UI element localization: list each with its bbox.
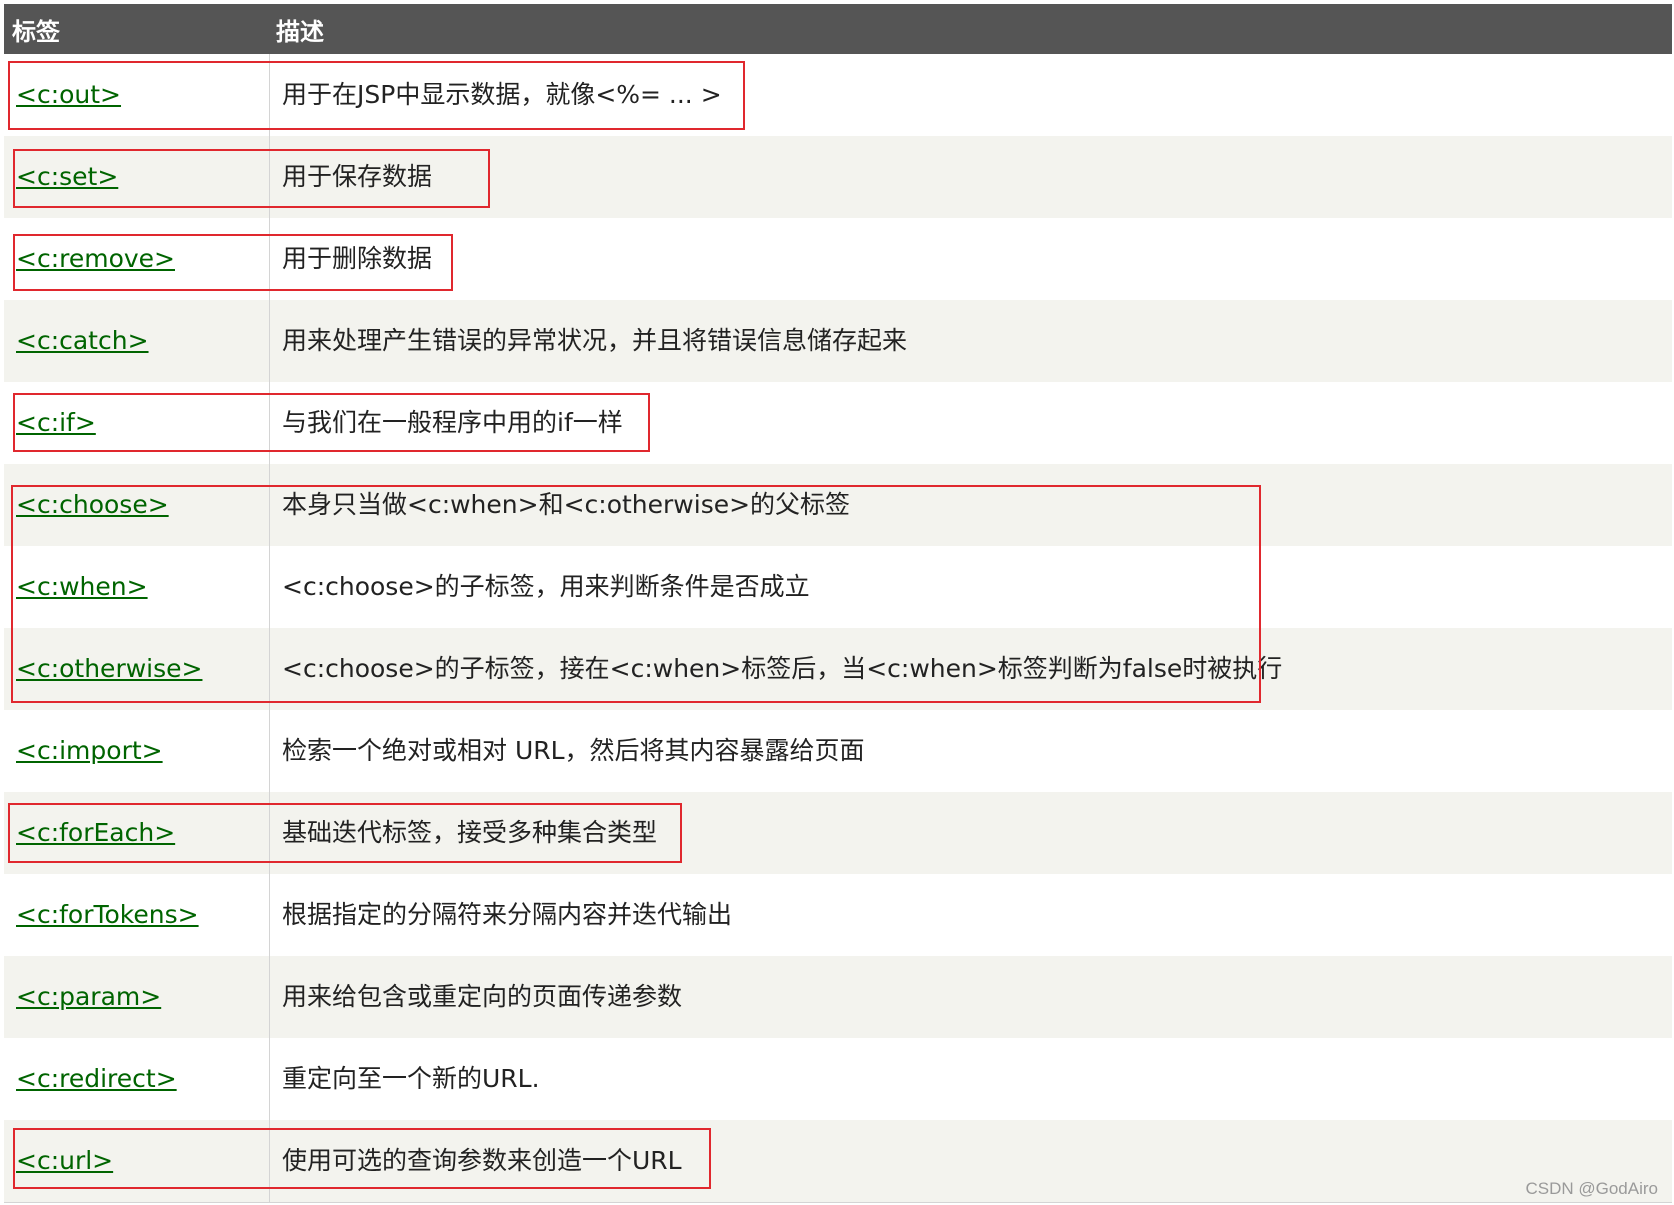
tag-cell: <c:choose> xyxy=(4,464,270,546)
tag-cell: <c:out> xyxy=(4,54,270,136)
desc-text: 用于保存数据 xyxy=(282,162,433,191)
desc-cell: 用来给包含或重定向的页面传递参数 xyxy=(270,956,1672,1038)
tag-link-c-out[interactable]: <c:out> xyxy=(16,54,121,136)
table-row: <c:redirect> 重定向至一个新的URL. xyxy=(4,1038,1672,1121)
tag-cell: <c:redirect> xyxy=(4,1038,270,1120)
desc-cell: 重定向至一个新的URL. xyxy=(270,1038,1672,1120)
desc-text: <c:choose>的子标签，接在<c:when>标签后，当<c:when>标签… xyxy=(282,654,1283,683)
tag-link-c-catch[interactable]: <c:catch> xyxy=(16,300,149,382)
table-row: <c:catch> 用来处理产生错误的异常状况，并且将错误信息储存起来 xyxy=(4,300,1672,383)
desc-text: 用于删除数据 xyxy=(282,244,433,273)
table-row: <c:out> 用于在JSP中显示数据，就像<%= ... > xyxy=(4,54,1672,137)
tag-link-c-import[interactable]: <c:import> xyxy=(16,710,163,792)
desc-text: 用来给包含或重定向的页面传递参数 xyxy=(282,982,683,1011)
tag-cell: <c:catch> xyxy=(4,300,270,382)
table-row: <c:if> 与我们在一般程序中用的if一样 xyxy=(4,382,1672,465)
tag-cell: <c:import> xyxy=(4,710,270,792)
tag-link-c-url[interactable]: <c:url> xyxy=(16,1120,113,1202)
tag-link-c-foreach[interactable]: <c:forEach> xyxy=(16,792,175,874)
tag-link-c-if[interactable]: <c:if> xyxy=(16,382,96,464)
table-row: <c:import> 检索一个绝对或相对 URL，然后将其内容暴露给页面 xyxy=(4,710,1672,793)
table-row: <c:url> 使用可选的查询参数来创造一个URL xyxy=(4,1120,1672,1203)
desc-text: 根据指定的分隔符来分隔内容并迭代输出 xyxy=(282,900,733,929)
table-header: 标签 描述 xyxy=(4,4,1672,54)
desc-cell: <c:choose>的子标签，用来判断条件是否成立 xyxy=(270,546,1672,628)
tag-link-c-remove[interactable]: <c:remove> xyxy=(16,218,175,300)
table-row: <c:otherwise> <c:choose>的子标签，接在<c:when>标… xyxy=(4,628,1672,711)
desc-text: 用于在JSP中显示数据，就像<%= ... > xyxy=(282,80,722,109)
desc-cell: 本身只当做<c:when>和<c:otherwise>的父标签 xyxy=(270,464,1672,546)
tag-cell: <c:forEach> xyxy=(4,792,270,874)
tag-link-c-redirect[interactable]: <c:redirect> xyxy=(16,1038,177,1120)
tag-cell: <c:set> xyxy=(4,136,270,218)
tag-link-c-otherwise[interactable]: <c:otherwise> xyxy=(16,628,202,710)
tag-cell: <c:when> xyxy=(4,546,270,628)
tag-cell: <c:otherwise> xyxy=(4,628,270,710)
desc-cell: 基础迭代标签，接受多种集合类型 xyxy=(270,792,1672,874)
table-row: <c:forEach> 基础迭代标签，接受多种集合类型 xyxy=(4,792,1672,875)
header-tag: 标签 xyxy=(12,18,60,46)
tag-cell: <c:forTokens> xyxy=(4,874,270,956)
desc-cell: 使用可选的查询参数来创造一个URL xyxy=(270,1120,1672,1202)
tag-link-c-set[interactable]: <c:set> xyxy=(16,136,118,218)
desc-cell: 与我们在一般程序中用的if一样 xyxy=(270,382,1672,464)
tag-cell: <c:remove> xyxy=(4,218,270,300)
desc-cell: <c:choose>的子标签，接在<c:when>标签后，当<c:when>标签… xyxy=(270,628,1672,710)
desc-text: 本身只当做<c:when>和<c:otherwise>的父标签 xyxy=(282,490,851,519)
header-desc: 描述 xyxy=(276,18,324,46)
tag-cell: <c:url> xyxy=(4,1120,270,1202)
desc-text: 检索一个绝对或相对 URL，然后将其内容暴露给页面 xyxy=(282,736,865,765)
desc-text: 与我们在一般程序中用的if一样 xyxy=(282,408,623,437)
table-row: <c:param> 用来给包含或重定向的页面传递参数 xyxy=(4,956,1672,1039)
desc-text: 用来处理产生错误的异常状况，并且将错误信息储存起来 xyxy=(282,326,908,355)
tag-link-c-param[interactable]: <c:param> xyxy=(16,956,161,1038)
desc-cell: 用来处理产生错误的异常状况，并且将错误信息储存起来 xyxy=(270,300,1672,382)
table-row: <c:forTokens> 根据指定的分隔符来分隔内容并迭代输出 xyxy=(4,874,1672,957)
desc-cell: 根据指定的分隔符来分隔内容并迭代输出 xyxy=(270,874,1672,956)
desc-cell: 用于保存数据 xyxy=(270,136,1672,218)
desc-text: <c:choose>的子标签，用来判断条件是否成立 xyxy=(282,572,810,601)
tag-link-c-fortokens[interactable]: <c:forTokens> xyxy=(16,874,199,956)
tag-cell: <c:if> xyxy=(4,382,270,464)
tag-link-c-choose[interactable]: <c:choose> xyxy=(16,464,169,546)
tag-cell: <c:param> xyxy=(4,956,270,1038)
table-row: <c:remove> 用于删除数据 xyxy=(4,218,1672,301)
desc-cell: 用于删除数据 xyxy=(270,218,1672,300)
desc-cell: 用于在JSP中显示数据，就像<%= ... > xyxy=(270,54,1672,136)
table-row: <c:set> 用于保存数据 xyxy=(4,136,1672,219)
desc-text: 使用可选的查询参数来创造一个URL xyxy=(282,1146,682,1175)
tag-link-c-when[interactable]: <c:when> xyxy=(16,546,148,628)
watermark: CSDN @GodAiro xyxy=(1525,1179,1658,1198)
desc-text: 基础迭代标签，接受多种集合类型 xyxy=(282,818,658,847)
table-row: <c:choose> 本身只当做<c:when>和<c:otherwise>的父… xyxy=(4,464,1672,547)
desc-text: 重定向至一个新的URL. xyxy=(282,1064,540,1093)
desc-cell: 检索一个绝对或相对 URL，然后将其内容暴露给页面 xyxy=(270,710,1672,792)
table-row: <c:when> <c:choose>的子标签，用来判断条件是否成立 xyxy=(4,546,1672,629)
